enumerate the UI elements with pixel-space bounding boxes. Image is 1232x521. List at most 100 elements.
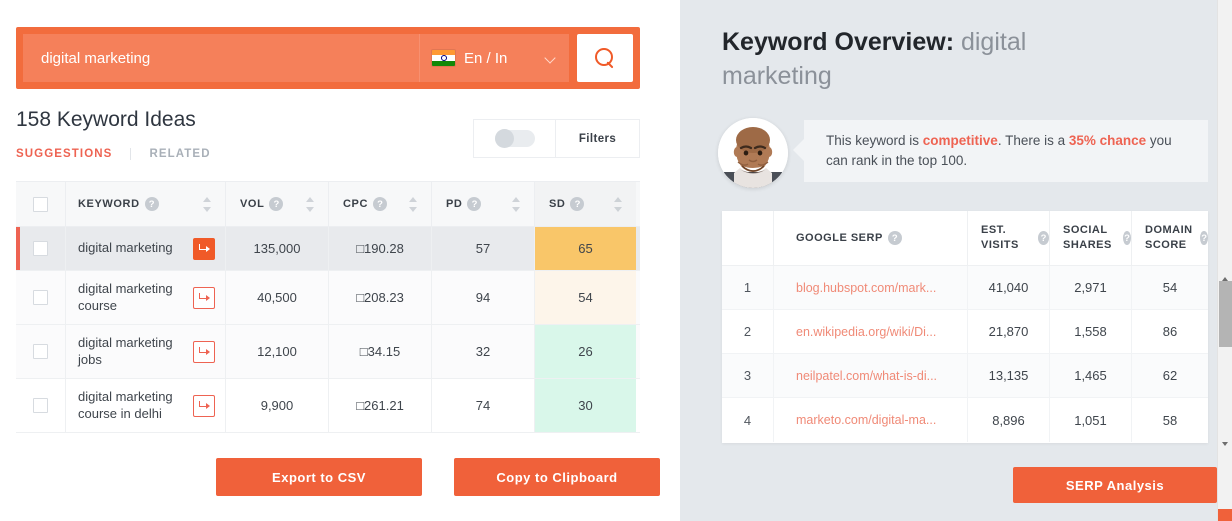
sort-icon-keyword[interactable] <box>203 196 212 213</box>
callout-part2: . There is a <box>997 133 1069 149</box>
callout-strong-chance: 35% chance <box>1068 133 1147 149</box>
row-select-cell <box>16 325 66 378</box>
cell-sd: 26 <box>535 325 636 378</box>
help-icon-serp[interactable]: ? <box>887 231 902 245</box>
open-keyword-icon[interactable] <box>193 286 215 309</box>
filters-button[interactable]: Filters <box>556 133 639 145</box>
table-row[interactable]: digital marketing jobs 12,100 □34.15 32 26 <box>16 325 640 379</box>
row-checkbox[interactable] <box>33 290 48 305</box>
keyword-overview-panel: Keyword Overview: digital marketing This… <box>680 0 1232 521</box>
open-keyword-icon[interactable] <box>193 237 215 260</box>
serp-row[interactable]: 2 en.wikipedia.org/wiki/Di... 21,870 1,558 8… <box>722 310 1208 354</box>
serp-header-url-label: GOOGLE SERP <box>796 231 883 244</box>
help-icon-score[interactable]: ? <box>1200 231 1208 245</box>
export-actions: Export to CSV Copy to Clipboard <box>216 458 660 496</box>
insight-text: This keyword is competitive. There is a … <box>826 131 1186 170</box>
header-cpc[interactable]: CPC ? <box>329 182 432 226</box>
search-button[interactable] <box>577 34 633 82</box>
serp-row[interactable]: 3 neilpatel.com/what-is-di... 13,135 1,465 6… <box>722 354 1208 398</box>
serp-row[interactable]: 4 marketo.com/digital-ma... 8,896 1,051 58 <box>722 398 1208 442</box>
header-keyword[interactable]: KEYWORD ? <box>66 182 226 226</box>
insight-callout: This keyword is competitive. There is a … <box>793 120 1208 182</box>
keyword-table-header: KEYWORD ? VOL ? CPC ? PD ? SD ? <box>16 181 640 227</box>
header-sd[interactable]: SD ? <box>535 182 636 226</box>
cell-cpc: □261.21 <box>329 379 432 432</box>
serp-score: 58 <box>1162 412 1178 428</box>
sort-icon-cpc[interactable] <box>409 196 418 213</box>
sort-icon-sd[interactable] <box>614 196 623 213</box>
serp-score: 86 <box>1162 324 1178 339</box>
serp-header-visits: EST. VISITS ? <box>968 211 1050 265</box>
cell-volume: 40,500 <box>226 271 329 324</box>
filters-toggle[interactable] <box>474 120 556 157</box>
help-icon-keyword[interactable]: ? <box>144 197 159 211</box>
serp-visits: 41,040 <box>968 266 1050 309</box>
serp-header-shares: SOCIAL SHARES ? <box>1050 211 1132 265</box>
scrollbar-thumb[interactable] <box>1219 281 1232 347</box>
help-icon-pd[interactable]: ? <box>467 197 482 211</box>
serp-url-link[interactable]: en.wikipedia.org/wiki/Di... <box>774 310 968 353</box>
language-selector[interactable]: En / In <box>419 34 569 82</box>
keyword-label: digital marketing <box>78 240 173 256</box>
scroll-down-icon[interactable] <box>1218 437 1232 452</box>
header-vol[interactable]: VOL ? <box>226 182 329 226</box>
row-checkbox[interactable] <box>33 241 48 256</box>
select-all-checkbox[interactable] <box>33 196 48 212</box>
copy-clipboard-button[interactable]: Copy to Clipboard <box>454 458 660 496</box>
cell-cpc: □34.15 <box>329 325 432 378</box>
table-row[interactable]: digital marketing course in delhi 9,900 □2… <box>16 379 640 433</box>
tab-related[interactable]: RELATED <box>130 148 228 160</box>
avatar <box>718 118 788 188</box>
open-keyword-icon[interactable] <box>193 340 215 363</box>
serp-row[interactable]: 1 blog.hubspot.com/mark... 41,040 2,971 54 <box>722 266 1208 310</box>
page-scrollbar[interactable] <box>1217 0 1232 521</box>
serp-visits: 13,135 <box>968 354 1050 397</box>
tab-bar: SUGGESTIONS RELATED <box>16 148 229 160</box>
page-title: 158 Keyword Ideas <box>16 108 196 131</box>
overview-title-prefix: Keyword Overview: <box>722 28 955 56</box>
help-icon-vol[interactable]: ? <box>269 197 284 211</box>
keyword-label: digital marketing jobs <box>78 334 173 367</box>
header-sd-label: SD <box>549 198 566 210</box>
search-bar: En / In <box>16 27 640 89</box>
serp-score: 62 <box>1162 368 1178 383</box>
header-pd[interactable]: PD ? <box>432 182 535 226</box>
serp-header-score-label: DOMAIN SCORE <box>1145 224 1193 251</box>
serp-header-rank <box>722 211 774 265</box>
row-select-cell <box>16 379 66 432</box>
cell-keyword: digital marketing course in delhi <box>66 379 226 432</box>
table-row[interactable]: digital marketing 135,000 □190.28 57 65 <box>16 227 640 271</box>
serp-shares: 1,558 <box>1050 310 1132 353</box>
table-row[interactable]: digital marketing course 40,500 □208.23 94 5… <box>16 271 640 325</box>
export-csv-button[interactable]: Export to CSV <box>216 458 422 496</box>
sort-icon-pd[interactable] <box>512 196 521 213</box>
serp-rank: 1 <box>722 266 774 309</box>
search-input[interactable] <box>23 34 419 82</box>
serp-table-header: GOOGLE SERP ? EST. VISITS ? SOCIAL SHARE… <box>722 211 1208 266</box>
keyword-research-app: En / In 158 Keyword Ideas SUGGESTIONS RE… <box>0 0 1232 521</box>
cell-sd: 65 <box>535 227 636 270</box>
open-keyword-icon[interactable] <box>193 394 215 417</box>
help-icon-cpc[interactable]: ? <box>373 197 388 211</box>
help-icon-shares[interactable]: ? <box>1123 231 1131 245</box>
serp-url-link[interactable]: blog.hubspot.com/mark... <box>774 266 968 309</box>
tab-suggestions[interactable]: SUGGESTIONS <box>16 148 130 160</box>
language-label: En / In <box>464 49 508 67</box>
callout-part1: This keyword is <box>826 133 923 149</box>
row-checkbox[interactable] <box>33 344 48 359</box>
keyword-table: KEYWORD ? VOL ? CPC ? PD ? SD ? digital … <box>16 181 640 433</box>
serp-url-link[interactable]: marketo.com/digital-ma... <box>774 398 968 442</box>
row-checkbox[interactable] <box>33 398 48 413</box>
serp-visits: 8,896 <box>968 398 1050 442</box>
serp-visits: 21,870 <box>968 310 1050 353</box>
india-flag-icon <box>432 50 455 66</box>
sort-icon-vol[interactable] <box>306 196 315 213</box>
cell-sd: 54 <box>535 271 636 324</box>
help-icon-visits[interactable]: ? <box>1038 231 1049 245</box>
cell-pd: 74 <box>432 379 535 432</box>
help-icon-sd[interactable]: ? <box>570 197 585 211</box>
header-pd-label: PD <box>446 198 463 210</box>
serp-url-link[interactable]: neilpatel.com/what-is-di... <box>774 354 968 397</box>
cell-volume: 12,100 <box>226 325 329 378</box>
serp-analysis-button[interactable]: SERP Analysis <box>1013 467 1217 503</box>
